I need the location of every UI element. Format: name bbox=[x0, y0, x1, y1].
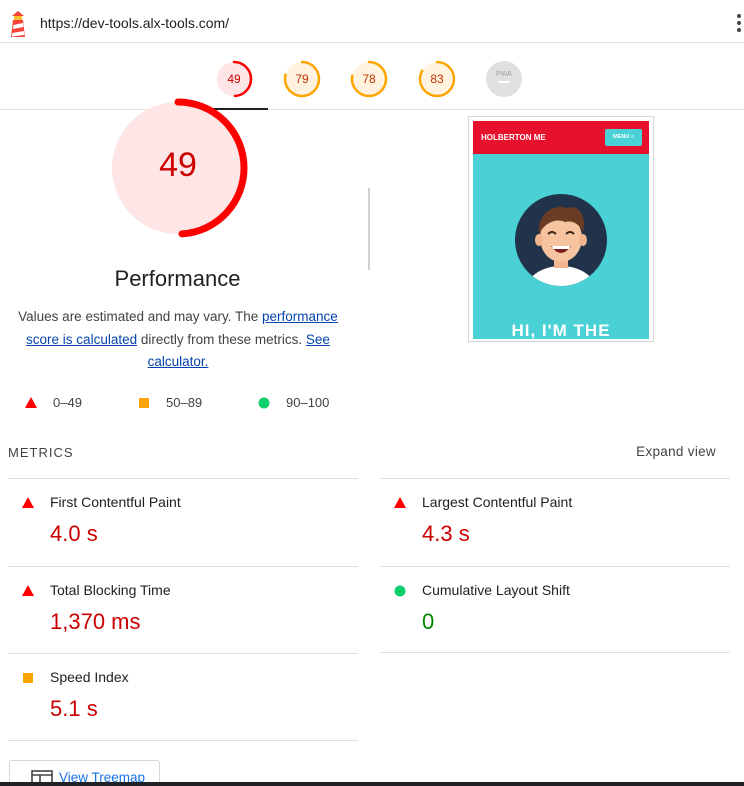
address-bar: https://dev-tools.alx-tools.com/ bbox=[0, 0, 744, 43]
metric-first-contentful-paint: First Contentful Paint 4.0 s bbox=[8, 478, 358, 566]
performance-description: Values are estimated and may vary. The p… bbox=[12, 306, 344, 374]
metric-value: 4.3 s bbox=[422, 521, 470, 546]
pwa-dash-icon bbox=[498, 81, 510, 83]
screenshot-hero-text: HI, I'M THE bbox=[511, 321, 611, 339]
gauge-best-practices[interactable]: 78 bbox=[350, 60, 388, 98]
gauge-accessibility-value: 79 bbox=[295, 72, 309, 86]
metric-title: Speed Index bbox=[50, 669, 129, 685]
screenshot-page: HOLBERTON ME MENU ≡ HI, I'M THE bbox=[473, 121, 649, 339]
description-text: Values are estimated and may vary. The bbox=[18, 309, 263, 324]
metric-speed-index: Speed Index 5.1 s bbox=[8, 653, 358, 741]
orange-square-icon bbox=[139, 398, 149, 408]
gauge-best-practices-value: 78 bbox=[362, 72, 376, 86]
metrics-right-bottom-border bbox=[380, 652, 730, 653]
gauge-pwa[interactable]: PWA bbox=[485, 60, 523, 98]
metric-total-blocking-time: Total Blocking Time 1,370 ms bbox=[8, 566, 358, 654]
metric-value: 0 bbox=[422, 609, 435, 634]
page-url: https://dev-tools.alx-tools.com/ bbox=[40, 15, 230, 31]
gauge-performance[interactable]: 49 bbox=[215, 60, 253, 98]
metric-title: Total Blocking Time bbox=[50, 582, 171, 598]
red-triangle-icon bbox=[22, 585, 34, 596]
final-screenshot[interactable]: HOLBERTON ME MENU ≡ HI, I'M THE bbox=[468, 116, 654, 342]
green-circle-icon bbox=[258, 397, 270, 409]
screenshot-menu-button: MENU ≡ bbox=[605, 129, 642, 146]
red-triangle-icon bbox=[394, 497, 406, 508]
gauge-pwa-label: PWA bbox=[496, 71, 512, 78]
screenshot-brand: HOLBERTON ME bbox=[481, 133, 546, 142]
metric-value: 5.1 s bbox=[50, 696, 98, 721]
performance-score: 49 bbox=[159, 146, 197, 184]
gauge-performance-value: 49 bbox=[227, 72, 241, 86]
screenshot-header: HOLBERTON ME MENU ≡ bbox=[473, 121, 649, 154]
metric-title: Cumulative Layout Shift bbox=[422, 582, 570, 598]
metric-title: Largest Contentful Paint bbox=[422, 494, 573, 510]
gauge-seo-value: 83 bbox=[430, 72, 444, 86]
gauge-seo[interactable]: 83 bbox=[418, 60, 456, 98]
kebab-menu-icon[interactable] bbox=[736, 14, 742, 32]
metric-title: First Contentful Paint bbox=[50, 494, 181, 510]
metrics-heading: METRICS bbox=[8, 445, 74, 460]
description-text-middle: directly from these metrics. bbox=[137, 331, 306, 347]
metric-largest-contentful-paint: Largest Contentful Paint 4.3 s bbox=[380, 478, 730, 566]
lighthouse-icon bbox=[8, 11, 28, 42]
metric-value: 4.0 s bbox=[50, 521, 98, 546]
red-triangle-icon bbox=[22, 497, 34, 508]
performance-title: Performance bbox=[114, 266, 241, 291]
vertical-divider bbox=[368, 188, 370, 270]
performance-gauge: 49 bbox=[108, 98, 248, 238]
gauge-accessibility[interactable]: 79 bbox=[283, 60, 321, 98]
metric-cumulative-layout-shift: Cumulative Layout Shift 0 bbox=[380, 566, 730, 654]
orange-square-icon bbox=[23, 673, 33, 683]
avatar bbox=[515, 194, 607, 286]
legend-fail-range: 0–49 bbox=[53, 395, 82, 410]
metrics-left-bottom-border bbox=[8, 740, 358, 741]
bottom-edge bbox=[0, 782, 744, 786]
legend-pass-range: 90–100 bbox=[286, 395, 330, 410]
green-circle-icon bbox=[394, 585, 406, 597]
legend-average-range: 50–89 bbox=[166, 395, 203, 410]
expand-view-toggle[interactable]: Expand view bbox=[636, 444, 716, 459]
red-triangle-icon bbox=[25, 397, 37, 408]
metric-value: 1,370 ms bbox=[50, 609, 141, 634]
